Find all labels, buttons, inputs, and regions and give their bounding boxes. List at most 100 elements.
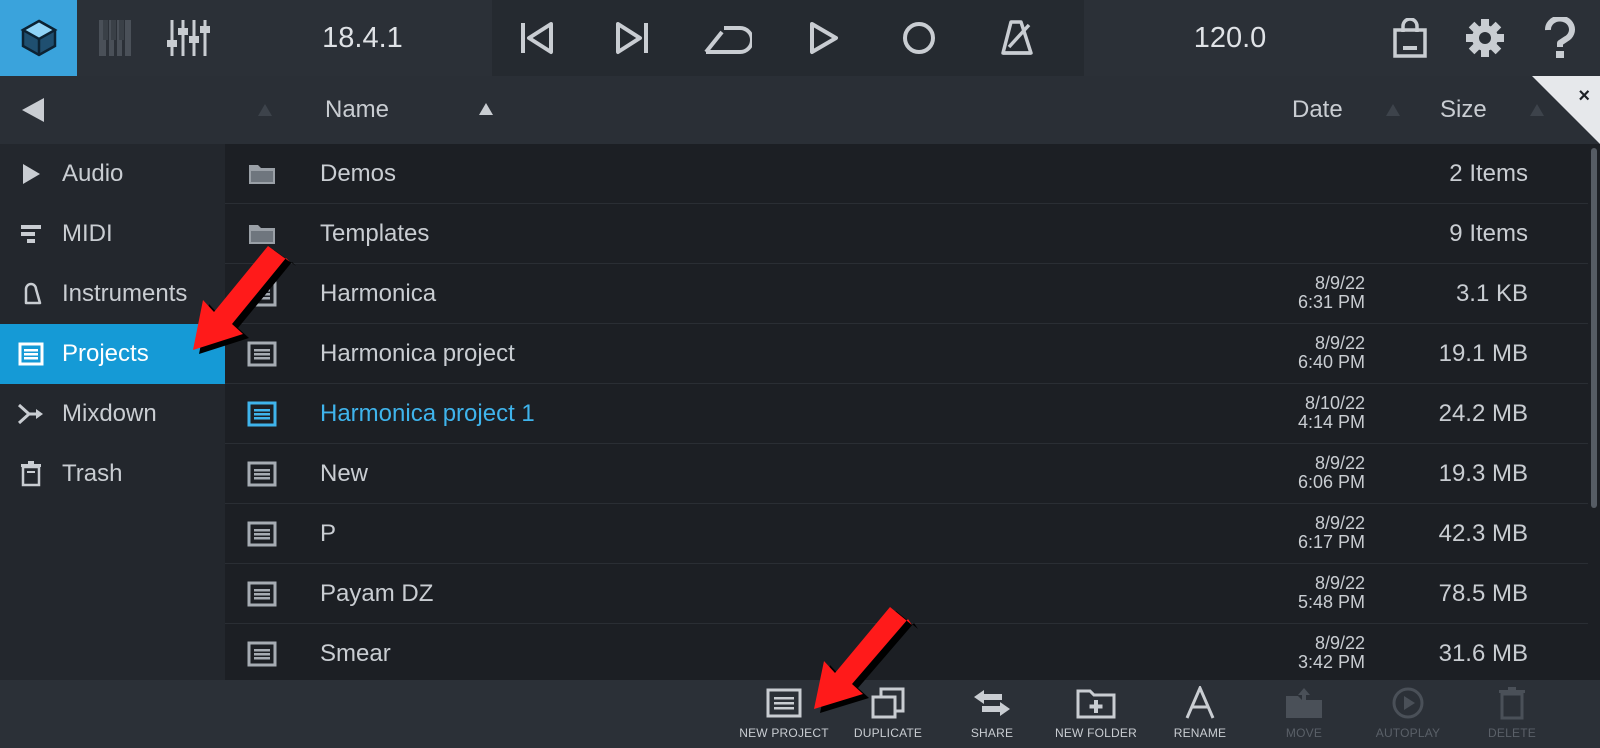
project-file-icon bbox=[247, 281, 277, 307]
skip-back-button[interactable] bbox=[512, 0, 562, 76]
app-logo-button[interactable] bbox=[0, 0, 77, 76]
record-button[interactable] bbox=[894, 0, 944, 76]
file-date: 8/9/22 6:40 PM bbox=[1297, 333, 1365, 372]
sidebar-item-label: Projects bbox=[62, 340, 149, 367]
project-file-icon bbox=[247, 641, 277, 667]
new-project-button[interactable]: NEW PROJECT bbox=[732, 680, 836, 748]
sidebar-item-trash[interactable]: Trash bbox=[0, 444, 225, 504]
rename-button[interactable]: RENAME bbox=[1148, 680, 1252, 748]
file-name: Harmonica project 1 bbox=[320, 400, 535, 427]
column-header-name[interactable]: Name bbox=[325, 76, 389, 144]
file-name: Templates bbox=[320, 220, 430, 247]
action-label: DUPLICATE bbox=[853, 726, 923, 740]
sort-ascending-icon bbox=[479, 103, 493, 115]
file-list-header: Name Date Size bbox=[0, 76, 1600, 144]
project-file-icon bbox=[247, 461, 277, 487]
duplicate-button[interactable]: DUPLICATE bbox=[836, 680, 940, 748]
record-icon bbox=[903, 22, 935, 54]
project-file-icon bbox=[247, 521, 277, 547]
action-label: NEW FOLDER bbox=[1054, 726, 1137, 740]
column-header-date-label: Date bbox=[1292, 96, 1343, 123]
close-icon: × bbox=[1578, 85, 1590, 107]
sort-indicator-icon bbox=[1386, 104, 1400, 116]
sort-indicator-icon bbox=[258, 104, 272, 116]
tempo-display[interactable]: 120.0 bbox=[1170, 0, 1290, 76]
midi-bars-icon bbox=[21, 225, 41, 243]
folder-row-templates[interactable]: Templates 9 Items bbox=[225, 204, 1588, 264]
shop-button[interactable] bbox=[1385, 0, 1435, 76]
file-name: Smear bbox=[320, 640, 391, 667]
trash-icon bbox=[21, 461, 41, 487]
autoplay-icon bbox=[1392, 687, 1424, 719]
file-list-scrollbar[interactable] bbox=[1588, 144, 1600, 680]
help-button[interactable] bbox=[1535, 0, 1585, 76]
file-name: Harmonica bbox=[320, 280, 437, 307]
keyboard-button[interactable] bbox=[93, 0, 137, 76]
file-size: 78.5 MB bbox=[1438, 580, 1528, 607]
project-row[interactable]: Harmonica 8/9/22 6:31 PM 3.1 KB bbox=[225, 264, 1588, 324]
file-date: 8/9/22 6:06 PM bbox=[1297, 453, 1365, 492]
rename-icon bbox=[1185, 686, 1215, 719]
file-size: 9 Items bbox=[1449, 220, 1528, 247]
file-name: New bbox=[320, 460, 369, 487]
mixer-button[interactable] bbox=[164, 0, 212, 76]
file-size: 19.1 MB bbox=[1438, 340, 1528, 367]
file-name: Payam DZ bbox=[320, 580, 434, 607]
gear-icon bbox=[1466, 19, 1504, 57]
file-date: 8/9/22 6:17 PM bbox=[1297, 513, 1365, 552]
project-row[interactable]: Payam DZ 8/9/22 5:48 PM 78.5 MB bbox=[225, 564, 1588, 624]
action-label: NEW PROJECT bbox=[739, 726, 829, 740]
sidebar-item-audio[interactable]: Audio bbox=[0, 144, 225, 204]
move-button[interactable]: MOVE bbox=[1252, 680, 1356, 748]
new-folder-button[interactable]: NEW FOLDER bbox=[1044, 680, 1148, 748]
project-row[interactable]: P 8/9/22 6:17 PM 42.3 MB bbox=[225, 504, 1588, 564]
column-header-date[interactable]: Date bbox=[1292, 76, 1343, 144]
sidebar-item-instruments[interactable]: Instruments bbox=[0, 264, 225, 324]
close-browser-button[interactable]: × bbox=[1532, 76, 1600, 144]
autoplay-button[interactable]: AUTOPLAY bbox=[1356, 680, 1460, 748]
skip-back-icon bbox=[521, 22, 553, 54]
sidebar-item-label: Instruments bbox=[62, 280, 188, 307]
file-size: 31.6 MB bbox=[1438, 640, 1528, 667]
play-outline-icon bbox=[23, 164, 40, 184]
sidebar-item-projects[interactable]: Projects bbox=[0, 324, 225, 384]
metronome-icon bbox=[1001, 20, 1033, 55]
skip-forward-button[interactable] bbox=[607, 0, 657, 76]
file-name: P bbox=[320, 520, 337, 547]
project-file-icon bbox=[247, 581, 277, 607]
file-size: 24.2 MB bbox=[1438, 400, 1528, 427]
column-header-name-label: Name bbox=[325, 96, 390, 123]
mixer-icon bbox=[167, 20, 210, 56]
project-row[interactable]: Harmonica project 8/9/22 6:40 PM 19.1 MB bbox=[225, 324, 1588, 384]
project-file-icon bbox=[247, 401, 277, 427]
folder-icon bbox=[249, 225, 275, 244]
loop-button[interactable] bbox=[697, 0, 757, 76]
delete-button[interactable]: DELETE bbox=[1460, 680, 1564, 748]
folder-row-demos[interactable]: Demos 2 Items bbox=[225, 144, 1588, 204]
column-header-size-label: Size bbox=[1440, 96, 1487, 123]
file-size: 2 Items bbox=[1449, 160, 1528, 187]
app-logo-icon bbox=[19, 19, 58, 57]
sidebar-item-midi[interactable]: MIDI bbox=[0, 204, 225, 264]
share-icon bbox=[974, 690, 1010, 716]
sidebar-item-label: Audio bbox=[62, 160, 124, 187]
share-button[interactable]: SHARE bbox=[940, 680, 1044, 748]
project-row[interactable]: Smear 8/9/22 3:42 PM 31.6 MB bbox=[225, 624, 1588, 680]
project-row-selected[interactable]: Harmonica project 1 8/10/22 4:14 PM 24.2 … bbox=[225, 384, 1588, 444]
keyboard-icon bbox=[99, 20, 131, 56]
file-size: 3.1 KB bbox=[1455, 280, 1528, 307]
settings-button[interactable] bbox=[1460, 0, 1510, 76]
sidebar-item-mixdown[interactable]: Mixdown bbox=[0, 384, 225, 444]
help-icon bbox=[1545, 17, 1575, 58]
metronome-button[interactable] bbox=[992, 0, 1042, 76]
sidebar-item-label: MIDI bbox=[62, 220, 113, 247]
action-label: MOVE bbox=[1285, 726, 1323, 740]
bell-icon bbox=[24, 282, 42, 305]
scrollbar-thumb[interactable] bbox=[1591, 148, 1597, 508]
column-header-size[interactable]: Size bbox=[1440, 76, 1487, 144]
project-row[interactable]: New 8/9/22 6:06 PM 19.3 MB bbox=[225, 444, 1588, 504]
play-button[interactable] bbox=[797, 0, 847, 76]
action-label: SHARE bbox=[970, 726, 1014, 740]
action-label: DELETE bbox=[1488, 726, 1536, 740]
back-button[interactable] bbox=[20, 76, 46, 144]
